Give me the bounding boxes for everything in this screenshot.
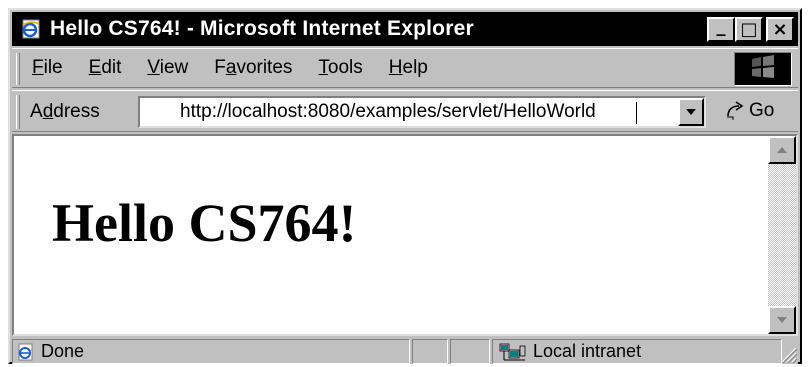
- menu-edit-label: dit: [101, 57, 122, 78]
- menu-view-mnemonic: V: [147, 57, 160, 78]
- menu-edit-mnemonic: E: [88, 57, 102, 78]
- resize-grip[interactable]: [778, 344, 798, 364]
- menu-tools-mnemonic: T: [318, 57, 328, 78]
- window-controls: _ □ ×: [707, 17, 794, 42]
- menu-tools-label: ools: [327, 57, 363, 78]
- menu-help-mnemonic: H: [388, 57, 403, 78]
- ie-page-icon: [17, 343, 35, 361]
- title-bar[interactable]: Hello CS764! - Microsoft Internet Explor…: [12, 12, 798, 46]
- triangle-down-icon: [776, 311, 788, 329]
- local-intranet-icon: [499, 342, 527, 362]
- vertical-scrollbar[interactable]: [768, 136, 796, 334]
- go-arrow-icon: [727, 101, 744, 120]
- status-bar: Done Local intranet: [12, 338, 798, 364]
- menu-view[interactable]: View: [147, 57, 188, 79]
- minimize-button[interactable]: _: [707, 17, 735, 42]
- status-panel-blank-1: [412, 339, 448, 364]
- url-input[interactable]: [180, 100, 660, 124]
- menu-help-label: elp: [402, 57, 428, 78]
- menu-bar: File Edit View Favorites Tools Help: [12, 48, 798, 88]
- menu-items: File Edit View Favorites Tools Help: [32, 57, 454, 79]
- menu-file-label: ile: [43, 57, 63, 78]
- close-icon: ×: [772, 18, 788, 40]
- scroll-up-button[interactable]: [768, 136, 796, 164]
- go-label: Go: [749, 100, 775, 121]
- minimize-icon: _: [716, 15, 726, 37]
- menu-favorites[interactable]: Favorites: [214, 57, 292, 79]
- status-panel: Done: [12, 339, 410, 364]
- maximize-icon: □: [740, 18, 758, 40]
- menu-view-label: iew: [159, 57, 189, 78]
- menu-favorites-mnemonic: a: [225, 57, 237, 78]
- go-button[interactable]: Go: [724, 100, 774, 122]
- text-caret: [636, 102, 637, 124]
- status-text: Done: [41, 341, 85, 361]
- security-zone-label: Local intranet: [533, 341, 642, 361]
- activity-throbber[interactable]: [734, 52, 792, 86]
- triangle-up-icon: [776, 141, 788, 159]
- address-dropdown-button[interactable]: [678, 98, 704, 126]
- address-label: Address: [30, 101, 100, 123]
- menu-favorites-label: vorites: [236, 57, 293, 78]
- menu-file[interactable]: File: [32, 57, 63, 79]
- address-label-mnemonic: d: [42, 101, 54, 122]
- ie-page-icon[interactable]: [18, 16, 44, 42]
- maximize-button[interactable]: □: [735, 17, 763, 42]
- menu-tools[interactable]: Tools: [318, 57, 362, 79]
- windows-logo-icon: [748, 54, 778, 85]
- menu-file-mnemonic: F: [32, 57, 44, 78]
- page-viewport[interactable]: Hello CS764!: [12, 134, 798, 336]
- address-label-prefix: A: [30, 101, 43, 122]
- browser-window: Hello CS764! - Microsoft Internet Explor…: [8, 8, 802, 364]
- menu-favorites-prefix: F: [214, 57, 226, 78]
- window-title: Hello CS764! - Microsoft Internet Explor…: [50, 17, 474, 40]
- toolbar-grip[interactable]: [16, 53, 20, 85]
- triangle-down-icon: [685, 103, 697, 121]
- menu-help[interactable]: Help: [389, 57, 428, 79]
- close-button[interactable]: ×: [766, 17, 794, 42]
- security-zone-panel[interactable]: Local intranet: [492, 339, 782, 364]
- address-grip[interactable]: [16, 95, 20, 129]
- status-panel-blank-2: [450, 339, 490, 364]
- page-heading: Hello CS764!: [52, 193, 357, 253]
- scroll-down-button[interactable]: [768, 306, 796, 334]
- menu-edit[interactable]: Edit: [89, 57, 122, 79]
- address-combobox[interactable]: [138, 96, 706, 128]
- address-bar: Address Go: [12, 90, 798, 132]
- address-label-rest: dress: [53, 101, 100, 122]
